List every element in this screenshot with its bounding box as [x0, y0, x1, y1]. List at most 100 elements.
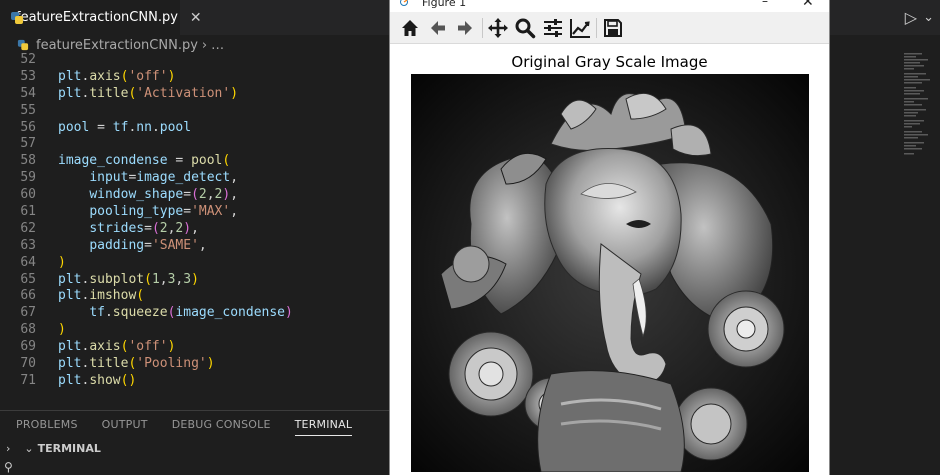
line-number: 65	[20, 271, 36, 287]
panel-tab-debug-console[interactable]: DEBUG CONSOLE	[172, 414, 271, 435]
terminal-row[interactable]: ⚲	[0, 458, 390, 475]
code-token: =	[183, 204, 192, 220]
matplotlib-logo-icon	[400, 0, 408, 6]
python-file-icon	[17, 39, 29, 51]
code-line[interactable]: 63 padding='SAME',	[0, 238, 390, 255]
figure-canvas[interactable]: Original Gray Scale Image	[390, 44, 829, 475]
line-number: 56	[20, 119, 36, 135]
run-icon[interactable]: ▷	[905, 8, 917, 27]
panel-tab-problems[interactable]: PROBLEMS	[16, 414, 78, 435]
code-token: 3	[183, 271, 192, 287]
minimap[interactable]	[900, 35, 940, 410]
code-line[interactable]: 67 tf.squeeze(image_condense)	[0, 305, 390, 322]
code-line[interactable]: 68)	[0, 322, 390, 339]
zoom-icon[interactable]	[513, 16, 537, 40]
line-number: 58	[20, 153, 36, 169]
code-token: =	[183, 187, 192, 203]
chevron-right-icon[interactable]: ›	[6, 442, 10, 455]
code-line[interactable]: 53 plt.axis('off')	[0, 69, 390, 86]
code-token: )	[128, 372, 137, 388]
editor-tab-featureextraction[interactable]: featureExtractionCNN.py ✕	[0, 0, 202, 35]
code-line[interactable]: 62 strides=(2,2),	[0, 221, 390, 238]
forward-arrow-icon[interactable]	[453, 16, 477, 40]
panel-tab-terminal[interactable]: TERMINAL	[294, 414, 353, 436]
home-icon[interactable]	[398, 16, 422, 40]
run-controls: ▷ ⌄	[905, 8, 934, 27]
toolbar-separator	[596, 18, 597, 38]
code-token: ,	[230, 204, 239, 220]
code-token: =	[89, 119, 113, 135]
code-line[interactable]: 71 plt.show()	[0, 373, 390, 390]
subplots-config-icon[interactable]	[541, 16, 565, 40]
code-line[interactable]: 65 plt.subplot(1,3,3)	[0, 272, 390, 289]
code-line[interactable]: 52	[0, 52, 390, 69]
line-number: 57	[20, 136, 36, 152]
code-token: (	[136, 288, 145, 304]
save-icon[interactable]	[601, 16, 625, 40]
code-line[interactable]: 69 plt.axis('off')	[0, 339, 390, 356]
code-token: (	[151, 220, 160, 236]
code-line[interactable]: 58 image_condense = pool(	[0, 153, 390, 170]
code-token: plt	[58, 372, 82, 388]
code-token: image_detect	[136, 170, 231, 186]
code-token: .	[151, 119, 160, 135]
code-token: 'Pooling'	[136, 356, 207, 372]
minimize-icon[interactable]: –	[762, 0, 768, 8]
close-icon[interactable]: ✕	[802, 0, 814, 10]
code-token: 'off'	[128, 68, 168, 84]
code-token: ,	[198, 237, 207, 253]
code-line[interactable]: 59 input=image_detect,	[0, 170, 390, 187]
close-icon[interactable]: ✕	[190, 10, 202, 26]
line-number: 63	[20, 237, 36, 253]
breadcrumb-more[interactable]: …	[211, 38, 224, 53]
code-editor[interactable]: 52 53 plt. axis ('off') 54 plt. title ('Activati…	[0, 52, 390, 390]
code-token: title	[89, 356, 129, 372]
chevron-down-icon[interactable]: ⌄	[923, 10, 934, 25]
edit-axes-icon[interactable]	[568, 16, 592, 40]
code-line[interactable]: 56 pool = tf.nn.pool	[0, 120, 390, 137]
panel-tab-output[interactable]: OUTPUT	[102, 414, 148, 435]
figure-titlebar[interactable]: Figure 1 – ✕	[390, 0, 829, 12]
pan-icon[interactable]	[486, 16, 510, 40]
code-token: .	[104, 305, 113, 321]
code-line[interactable]: 70 plt.title('Pooling')	[0, 356, 390, 373]
code-token: image_condense	[58, 153, 168, 169]
code-token: 1	[151, 271, 160, 287]
code-token: axis	[89, 68, 121, 84]
code-token: title	[89, 85, 129, 101]
code-token: (	[144, 271, 152, 287]
code-token: ,	[206, 187, 215, 203]
code-line[interactable]: 55	[0, 103, 390, 120]
code-token: (	[222, 153, 231, 169]
code-line[interactable]: 57	[0, 136, 390, 153]
code-token: pooling_type	[89, 204, 184, 220]
code-line[interactable]: 61 pooling_type='MAX',	[0, 204, 390, 221]
code-token: )	[183, 220, 192, 236]
breadcrumb-file[interactable]: featureExtractionCNN.py	[36, 38, 198, 53]
line-number: 68	[20, 322, 36, 338]
code-token: =	[144, 220, 152, 236]
code-line[interactable]: 64)	[0, 255, 390, 272]
code-token: tf	[112, 119, 129, 135]
plot-title: Original Gray Scale Image	[511, 53, 708, 71]
terminal-section-header[interactable]: › ⌄ TERMINAL	[0, 438, 390, 458]
code-token: plt	[58, 339, 82, 355]
toolbar-separator	[482, 18, 483, 38]
breadcrumb-separator: ›	[201, 37, 208, 53]
code-token: plt	[58, 288, 82, 304]
code-line[interactable]: 66 plt.imshow(	[0, 288, 390, 305]
code-token: 2	[198, 187, 207, 203]
code-line[interactable]: 60 window_shape=(2,2),	[0, 187, 390, 204]
code-token: ,	[191, 220, 199, 236]
chevron-down-icon[interactable]: ⌄	[24, 442, 33, 455]
line-number: 70	[20, 356, 36, 372]
line-number: 69	[20, 339, 36, 355]
code-line[interactable]: 54 plt.title('Activation')	[0, 86, 390, 103]
line-number: 53	[20, 68, 36, 84]
back-arrow-icon[interactable]	[426, 16, 450, 40]
panel-tabs: PROBLEMS OUTPUT DEBUG CONSOLE TERMINAL	[0, 411, 390, 438]
